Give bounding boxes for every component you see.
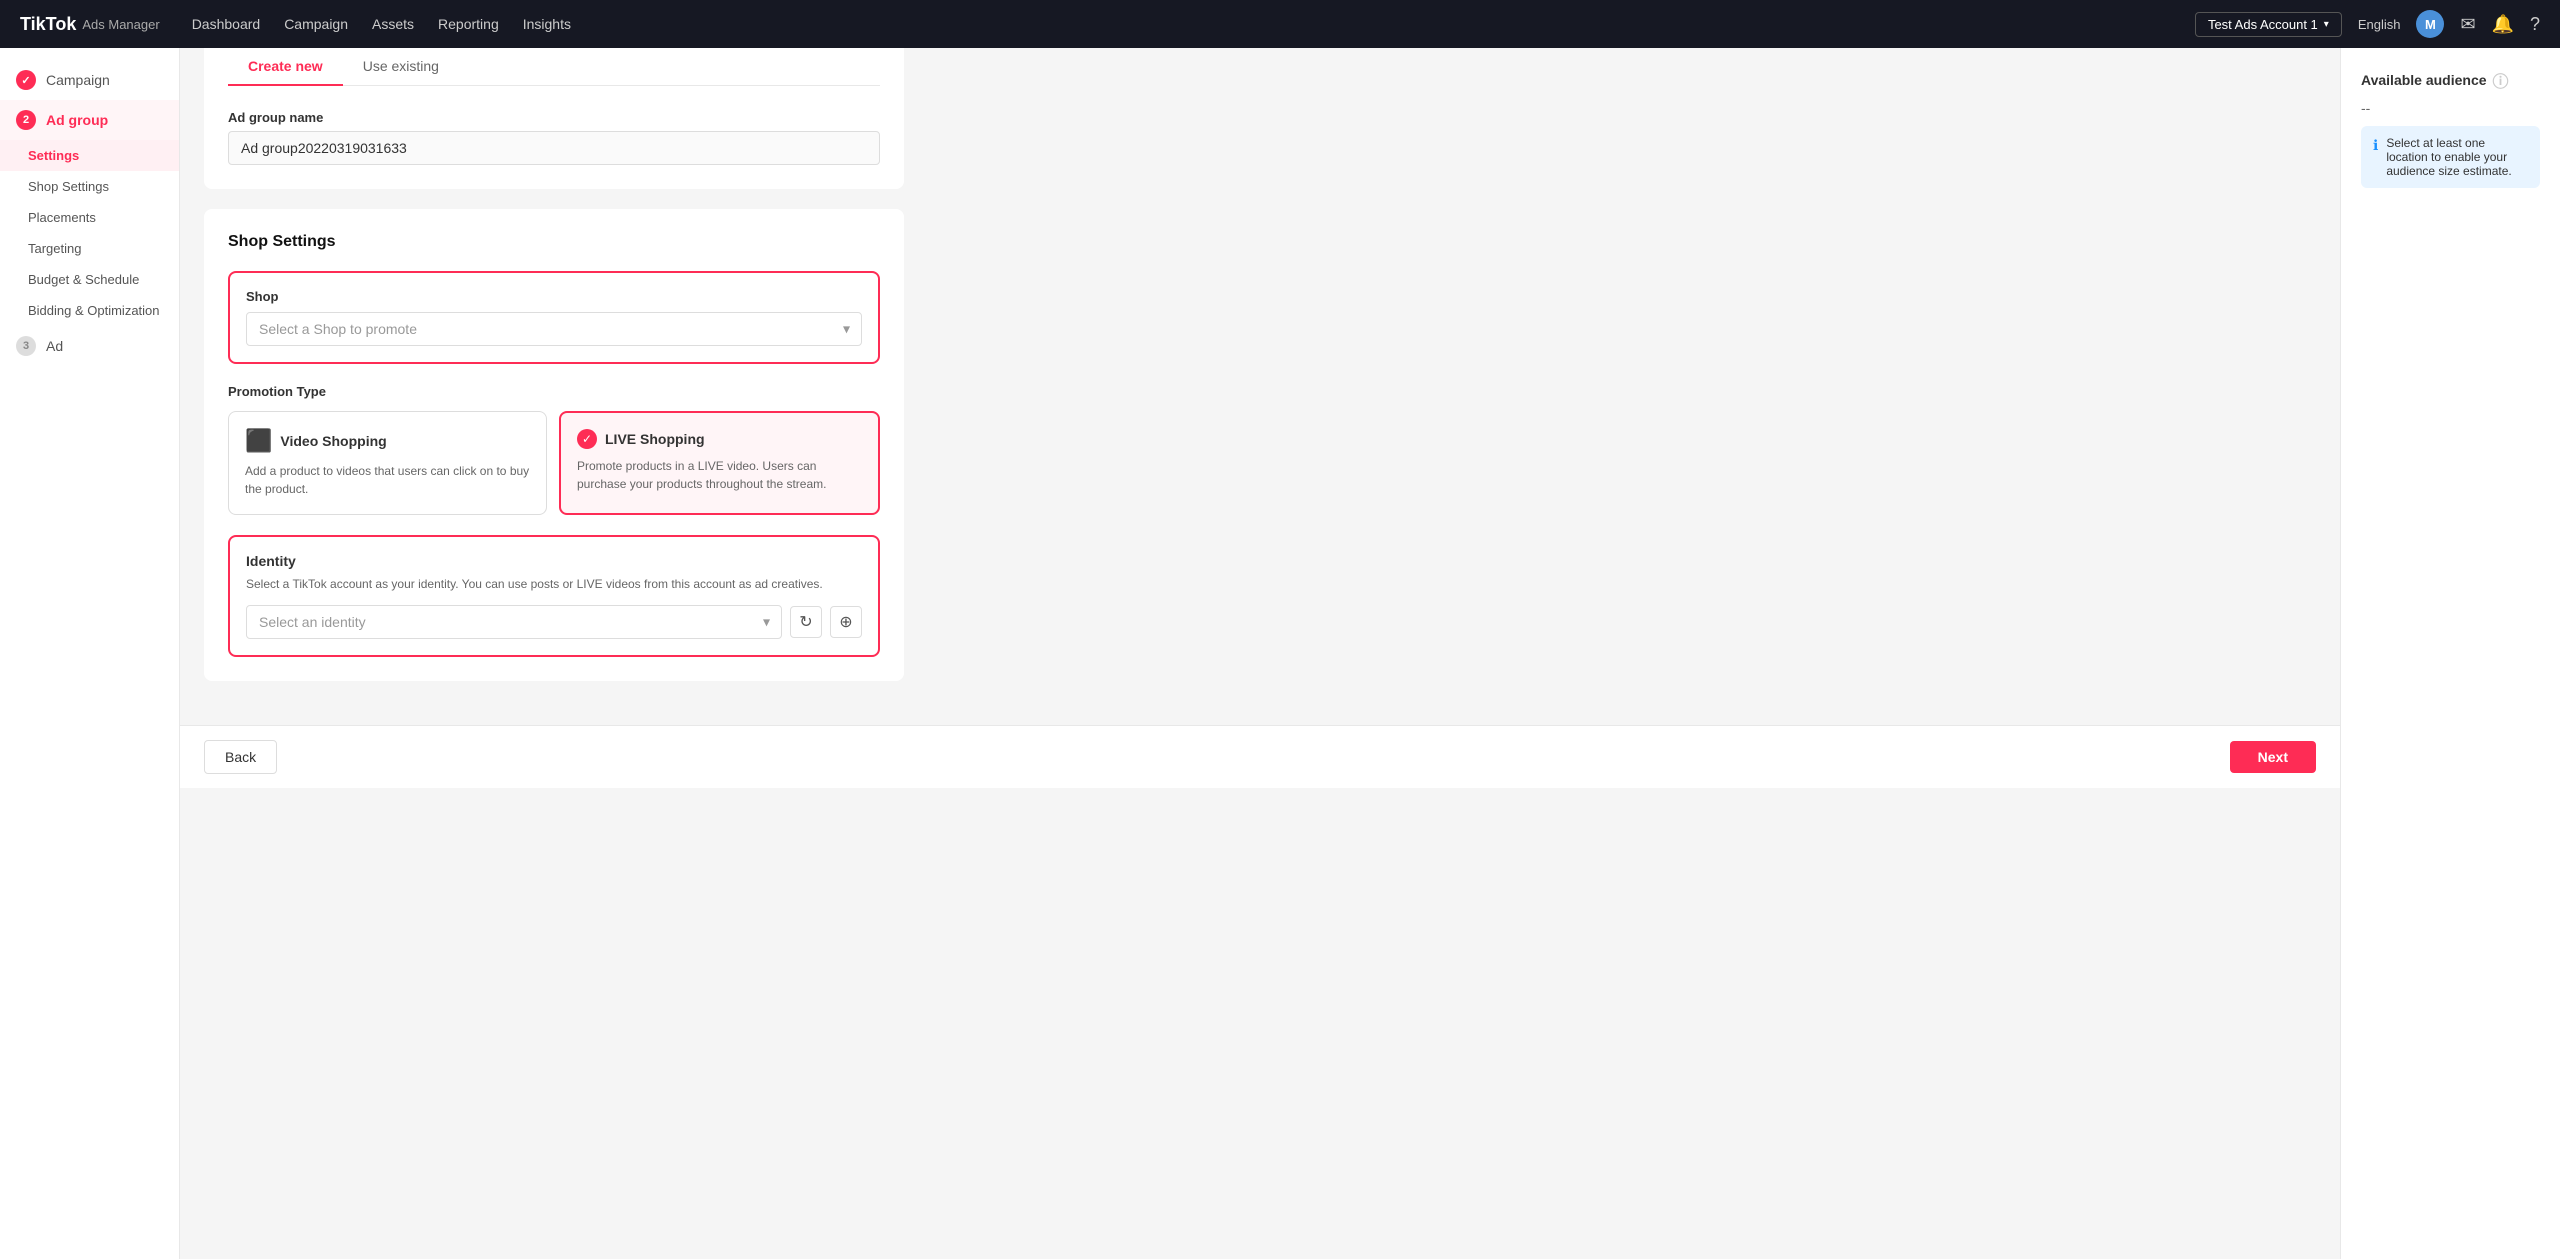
main-content: Create new Use existing Ad group name Sh… bbox=[180, 0, 2340, 725]
next-button[interactable]: Next bbox=[2230, 741, 2316, 773]
logo-tiktok-text: TikTok bbox=[20, 14, 76, 35]
audience-info-box: ℹ Select at least one location to enable… bbox=[2361, 126, 2540, 188]
sidebar-sub-budget-schedule[interactable]: Budget & Schedule bbox=[0, 264, 179, 295]
promo-live-header: ✓ LIVE Shopping bbox=[577, 429, 862, 449]
ad-group-name-label: Ad group name bbox=[228, 110, 880, 125]
audience-info-text: Select at least one location to enable y… bbox=[2386, 136, 2528, 178]
video-shopping-icon: ⬛ bbox=[245, 428, 272, 454]
shop-selector-box: Shop Select a Shop to promote bbox=[228, 271, 880, 364]
promo-cards: ⬛ Video Shopping Add a product to videos… bbox=[228, 411, 880, 515]
video-shopping-title: Video Shopping bbox=[280, 433, 386, 449]
promo-card-video-shopping[interactable]: ⬛ Video Shopping Add a product to videos… bbox=[228, 411, 547, 515]
sidebar-item-campaign[interactable]: ✓ Campaign bbox=[0, 60, 179, 100]
notifications-icon[interactable]: 🔔 bbox=[2492, 14, 2514, 35]
top-navigation: TikTok Ads Manager Dashboard Campaign As… bbox=[0, 0, 2560, 48]
identity-section: Identity Select a TikTok account as your… bbox=[228, 535, 880, 657]
add-identity-icon[interactable]: ⊕ bbox=[830, 606, 862, 638]
live-shopping-title: LIVE Shopping bbox=[605, 431, 705, 447]
sidebar-item-ad[interactable]: 3 Ad bbox=[0, 326, 179, 366]
nav-links: Dashboard Campaign Assets Reporting Insi… bbox=[192, 16, 571, 32]
identity-desc: Select a TikTok account as your identity… bbox=[246, 575, 862, 593]
right-panel: Available audience ⓘ -- ℹ Select at leas… bbox=[2340, 48, 2560, 1259]
sidebar-sub-targeting[interactable]: Targeting bbox=[0, 233, 179, 264]
promotion-type-section: Promotion Type ⬛ Video Shopping Add a pr… bbox=[228, 384, 880, 515]
nav-left: TikTok Ads Manager Dashboard Campaign As… bbox=[20, 14, 571, 35]
language-button[interactable]: English bbox=[2358, 17, 2401, 32]
sidebar-campaign-label: Campaign bbox=[46, 72, 110, 88]
info-icon: ℹ bbox=[2373, 137, 2378, 154]
inbox-icon[interactable]: ✉ bbox=[2460, 14, 2475, 35]
sidebar-sub-placements[interactable]: Placements bbox=[0, 202, 179, 233]
promo-video-header: ⬛ Video Shopping bbox=[245, 428, 530, 454]
sidebar-sub-shop-settings[interactable]: Shop Settings bbox=[0, 171, 179, 202]
audience-title-text: Available audience bbox=[2361, 72, 2487, 88]
identity-title: Identity bbox=[246, 553, 862, 569]
nav-dashboard[interactable]: Dashboard bbox=[192, 16, 261, 32]
adgroup-step-circle: 2 bbox=[16, 110, 36, 130]
help-icon[interactable]: ? bbox=[2530, 14, 2540, 35]
logo: TikTok Ads Manager bbox=[20, 14, 160, 35]
back-button[interactable]: Back bbox=[204, 740, 277, 774]
identity-row: Select an identity ↻ ⊕ bbox=[246, 605, 862, 639]
nav-right: Test Ads Account 1 ▾ English M ✉ 🔔 ? bbox=[2195, 10, 2540, 38]
nav-assets[interactable]: Assets bbox=[372, 16, 414, 32]
tab-bar: Create new Use existing bbox=[228, 48, 880, 86]
live-shopping-desc: Promote products in a LIVE video. Users … bbox=[577, 457, 862, 493]
logo-subtitle: Ads Manager bbox=[82, 17, 159, 32]
sidebar-ad-label: Ad bbox=[46, 338, 63, 354]
ad-step-circle: 3 bbox=[16, 336, 36, 356]
tabs-card: Create new Use existing Ad group name bbox=[204, 24, 904, 189]
sidebar: ✓ Campaign 2 Ad group Settings Shop Sett… bbox=[0, 48, 180, 1259]
avatar[interactable]: M bbox=[2416, 10, 2444, 38]
promo-card-live-shopping[interactable]: ✓ LIVE Shopping Promote products in a LI… bbox=[559, 411, 880, 515]
sidebar-sub-bidding-optimization[interactable]: Bidding & Optimization bbox=[0, 295, 179, 326]
campaign-step-circle: ✓ bbox=[16, 70, 36, 90]
shop-select[interactable]: Select a Shop to promote bbox=[246, 312, 862, 346]
bottom-bar: Back Next bbox=[180, 725, 2340, 788]
sidebar-sub-settings[interactable]: Settings bbox=[0, 140, 179, 171]
shop-label: Shop bbox=[246, 289, 862, 304]
tab-use-existing[interactable]: Use existing bbox=[343, 48, 459, 86]
audience-title: Available audience ⓘ bbox=[2361, 68, 2540, 92]
ad-group-name-input[interactable] bbox=[228, 131, 880, 165]
audience-dash: -- bbox=[2361, 100, 2540, 116]
promotion-type-label: Promotion Type bbox=[228, 384, 880, 399]
identity-select[interactable]: Select an identity bbox=[246, 605, 782, 639]
video-shopping-desc: Add a product to videos that users can c… bbox=[245, 462, 530, 498]
nav-insights[interactable]: Insights bbox=[523, 16, 571, 32]
nav-reporting[interactable]: Reporting bbox=[438, 16, 499, 32]
shop-select-wrapper: Select a Shop to promote bbox=[246, 312, 862, 346]
shop-settings-title: Shop Settings bbox=[228, 233, 880, 251]
account-name: Test Ads Account 1 bbox=[2208, 17, 2318, 32]
tab-create-new[interactable]: Create new bbox=[228, 48, 343, 86]
refresh-icon[interactable]: ↻ bbox=[790, 606, 822, 638]
nav-campaign[interactable]: Campaign bbox=[284, 16, 348, 32]
sidebar-item-ad-group[interactable]: 2 Ad group bbox=[0, 100, 179, 140]
live-check-icon: ✓ bbox=[577, 429, 597, 449]
sidebar-adgroup-label: Ad group bbox=[46, 112, 108, 128]
shop-settings-card: Shop Settings Shop Select a Shop to prom… bbox=[204, 209, 904, 681]
account-selector[interactable]: Test Ads Account 1 ▾ bbox=[2195, 12, 2342, 37]
identity-select-wrapper: Select an identity bbox=[246, 605, 782, 639]
audience-help-icon[interactable]: ⓘ bbox=[2493, 68, 2509, 92]
chevron-down-icon: ▾ bbox=[2324, 19, 2329, 30]
